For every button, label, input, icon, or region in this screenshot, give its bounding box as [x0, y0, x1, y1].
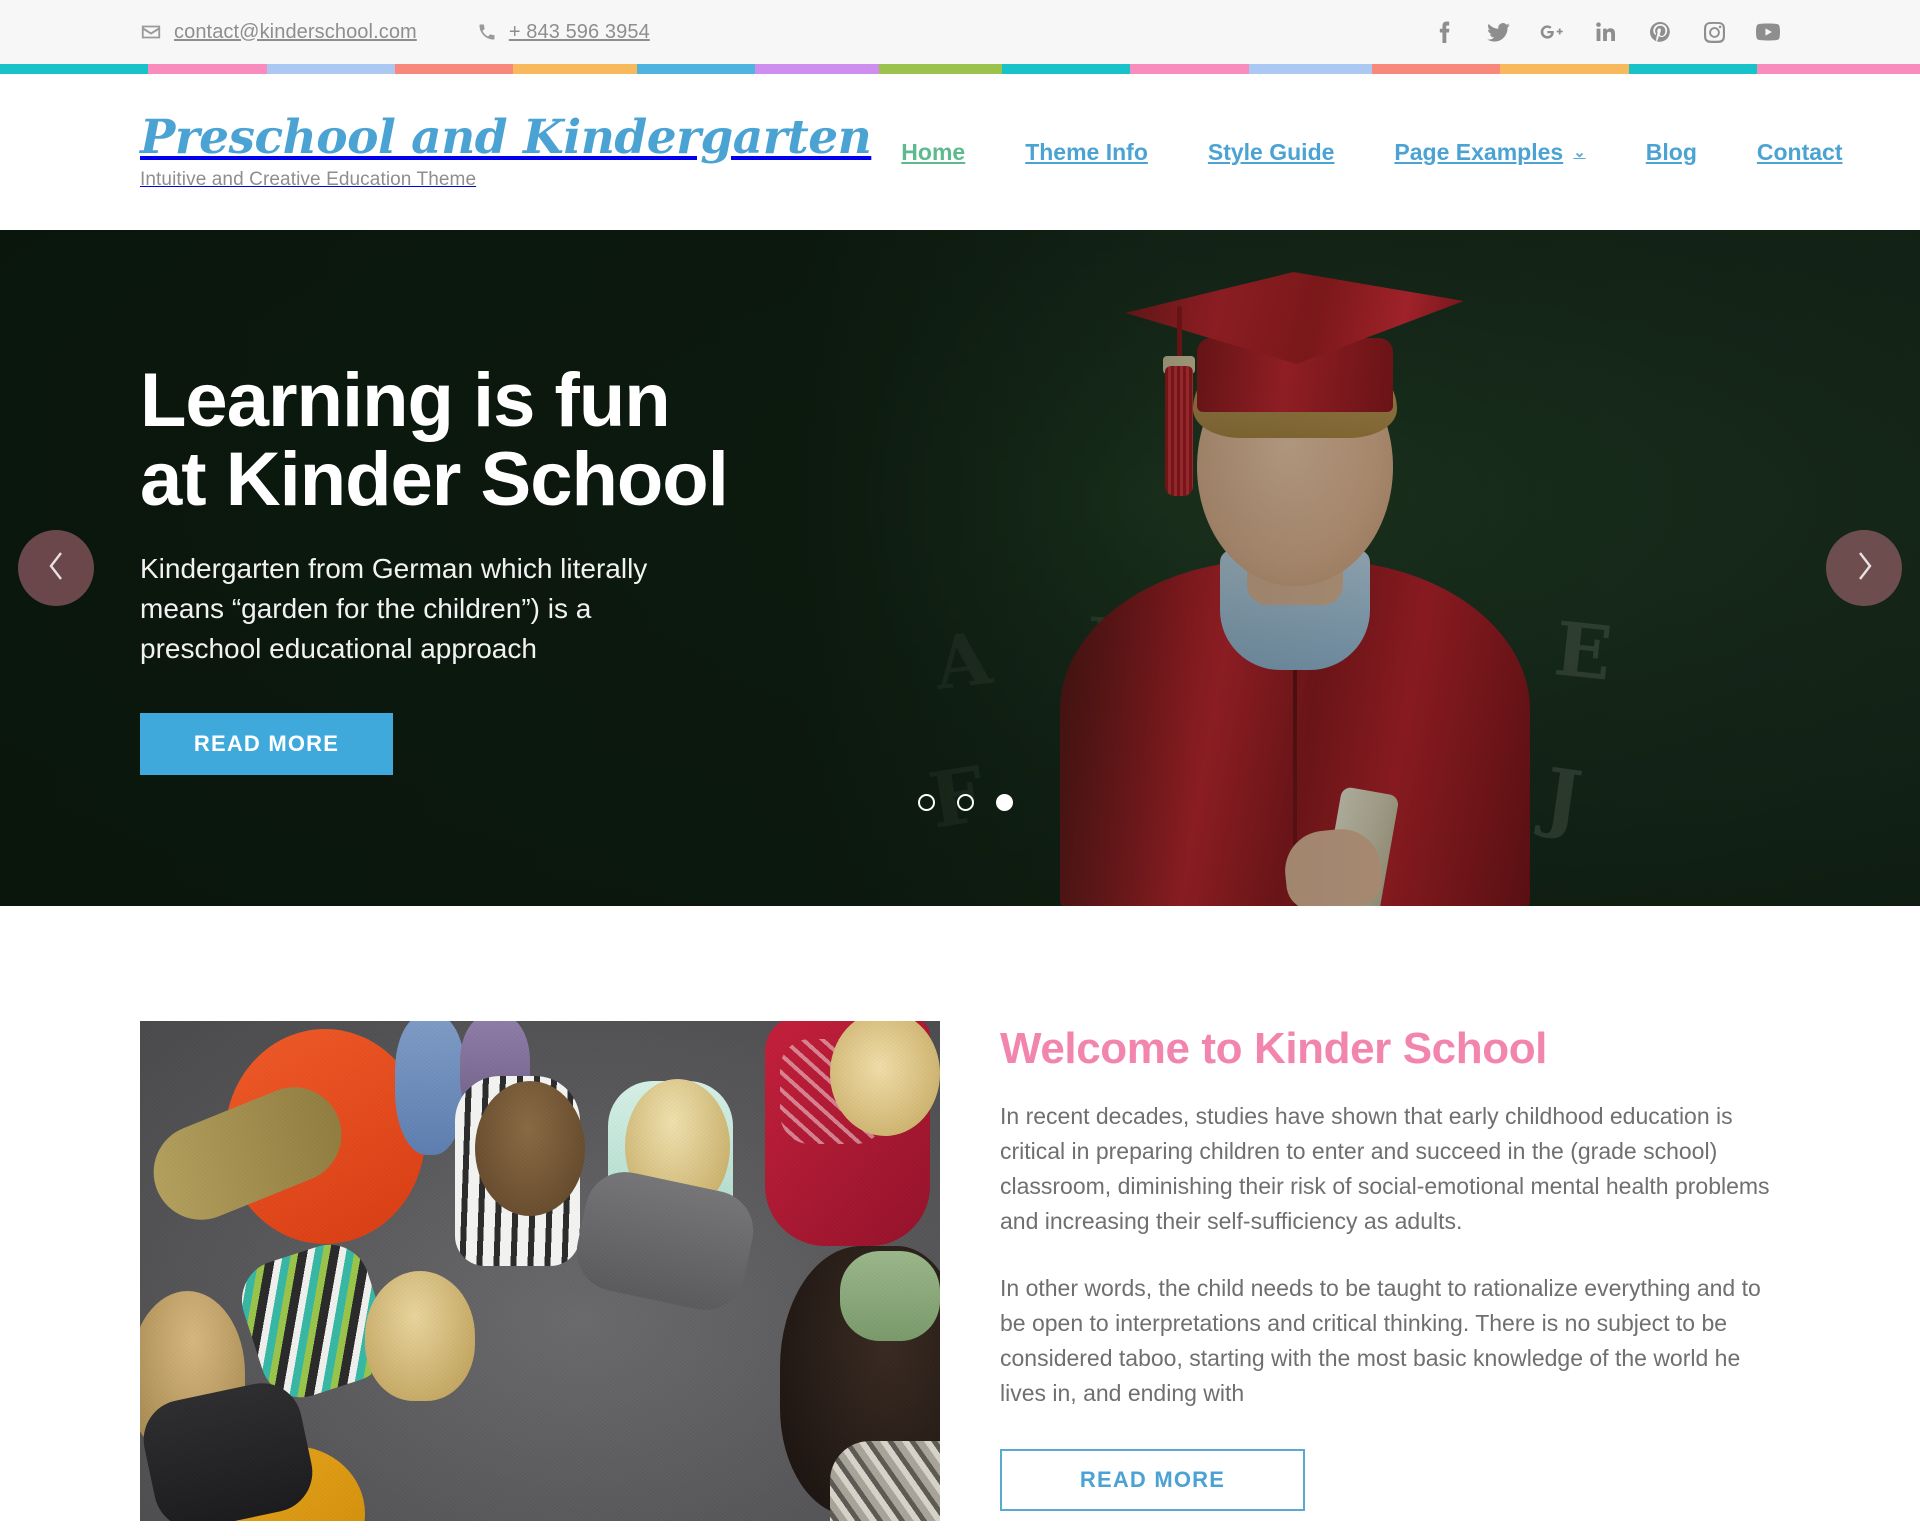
nav-item-label: Contact [1756, 138, 1843, 165]
nav-item-home[interactable]: Home [871, 139, 995, 166]
youtube-icon[interactable] [1756, 20, 1780, 44]
chevron-left-icon [45, 549, 67, 588]
slider-dot-2[interactable] [957, 794, 974, 811]
nav-item-style-guide[interactable]: Style Guide [1178, 139, 1365, 166]
welcome-paragraph-1: In recent decades, studies have shown th… [1000, 1103, 1770, 1235]
facebook-icon[interactable] [1432, 20, 1456, 44]
slider-dot-3[interactable] [996, 794, 1013, 811]
twitter-icon[interactable] [1486, 20, 1510, 44]
top-contact-bar: contact@kinderschool.com + 843 596 3954 [0, 0, 1920, 64]
site-logo[interactable]: Preschool and Kindergarten Intuitive and… [140, 109, 872, 192]
nav-item-label: Blog [1645, 138, 1697, 165]
stripe-segment [1130, 64, 1249, 74]
slider-pagination [918, 794, 1013, 811]
phone-link[interactable]: + 843 596 3954 [477, 21, 650, 44]
slider-prev-button[interactable] [18, 530, 94, 606]
hero-subtitle: Kindergarten from German which literally… [140, 553, 648, 664]
stripe-segment [1001, 64, 1131, 74]
chevron-down-icon: ⌄ [1573, 143, 1586, 161]
google-plus-icon[interactable] [1540, 20, 1564, 44]
page-root: contact@kinderschool.com + 843 596 3954 … [0, 0, 1920, 1536]
stripe-segment [1628, 64, 1758, 74]
hero-slider: A B D E F J Learning is [0, 230, 1920, 906]
stripe-segment [513, 64, 637, 74]
welcome-title: Welcome to Kinder School [1000, 1024, 1547, 1073]
instagram-icon[interactable] [1702, 20, 1726, 44]
site-header: Preschool and Kindergarten Intuitive and… [0, 74, 1920, 230]
hero-title: Learning is fun at Kinder School [140, 358, 729, 523]
email-link[interactable]: contact@kinderschool.com [140, 21, 417, 44]
nav-item-page-examples[interactable]: Page Examples ⌄ [1364, 139, 1615, 166]
stripe-segment [148, 64, 267, 74]
phone-icon [477, 22, 497, 42]
linkedin-icon[interactable] [1594, 20, 1618, 44]
stripe-segment [0, 64, 149, 74]
nav-item-label: Page Examples [1394, 138, 1564, 165]
stripe-segment [755, 64, 879, 74]
pinterest-icon[interactable] [1648, 20, 1672, 44]
welcome-section: Welcome to Kinder School In recent decad… [0, 906, 1920, 1521]
nav-item-blog[interactable]: Blog [1616, 139, 1727, 166]
main-navigation: Home Theme Info Style Guide Page Examples ⌄ B… [871, 139, 1872, 166]
email-text: contact@kinderschool.com [174, 20, 417, 43]
stripe-segment [266, 64, 395, 74]
welcome-text-column: Welcome to Kinder School In recent decad… [1000, 1021, 1780, 1512]
stripe-segment [636, 64, 756, 74]
slider-next-button[interactable] [1826, 530, 1902, 606]
welcome-read-more-button[interactable]: READ MORE [1000, 1449, 1305, 1512]
stripe-segment [1500, 64, 1629, 74]
carpet-texture [140, 1021, 940, 1521]
envelope-icon [140, 21, 162, 43]
stripe-segment [878, 64, 1002, 74]
welcome-paragraph-2: In other words, the child needs to be ta… [1000, 1275, 1761, 1407]
stripe-segment [394, 64, 514, 74]
nav-item-theme-info[interactable]: Theme Info [995, 139, 1178, 166]
nav-item-label: Home [901, 138, 966, 165]
hero-read-more-button[interactable]: READ MORE [140, 712, 393, 775]
nav-item-label: Style Guide [1207, 138, 1335, 165]
nav-item-contact[interactable]: Contact [1727, 139, 1873, 166]
social-links-group [1432, 20, 1780, 44]
nav-item-label: Theme Info [1025, 138, 1148, 165]
brand-title: Preschool and Kindergarten [140, 109, 872, 165]
children-circle-photo [140, 1021, 940, 1521]
contact-info-group: contact@kinderschool.com + 843 596 3954 [140, 21, 650, 44]
stripe-segment [1757, 64, 1920, 74]
stripe-segment [1372, 64, 1501, 74]
color-stripe-bar [0, 64, 1920, 74]
phone-text: + 843 596 3954 [508, 20, 650, 43]
slider-dot-1[interactable] [918, 794, 935, 811]
chevron-right-icon [1853, 549, 1875, 588]
stripe-segment [1248, 64, 1373, 74]
brand-tagline: Intuitive and Creative Education Theme [140, 169, 477, 191]
